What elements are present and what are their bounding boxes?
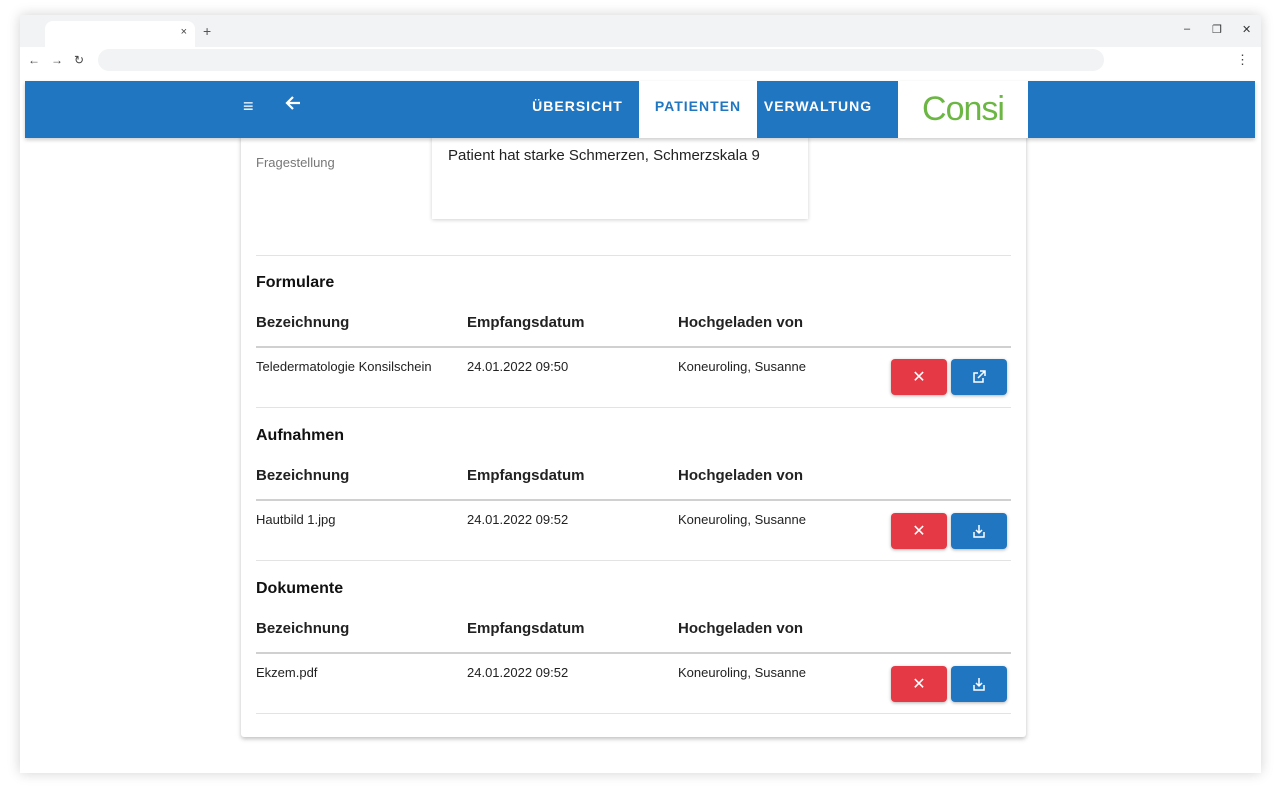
browser-menu-icon[interactable]: ⋮: [1236, 52, 1249, 68]
row-date: 24.01.2022 09:50: [467, 359, 569, 374]
row-uploader: Koneuroling, Susanne: [678, 665, 806, 680]
col-head-uploader: Hochgeladen von: [678, 314, 804, 331]
tab-patienten[interactable]: PATIENTEN: [639, 81, 757, 138]
browser-back-icon[interactable]: ←: [28, 53, 40, 67]
row-date: 24.01.2022 09:52: [467, 665, 569, 680]
divider: [256, 255, 1011, 256]
browser-tabbar: × + – ❐ ✕: [20, 15, 1261, 47]
section-title-formulare: Formulare: [256, 274, 335, 291]
divider: [256, 560, 1011, 561]
col-head-date: Empfangsdatum: [467, 620, 585, 637]
app-header: ≡ ÜBERSICHT PATIENTEN VERWALTUNG Consi: [25, 81, 1255, 138]
header-rule: [256, 346, 1011, 348]
col-head-uploader: Hochgeladen von: [678, 620, 804, 637]
delete-button[interactable]: ✕: [891, 513, 947, 549]
row-name: Teledermatologie Konsilschein: [256, 359, 432, 374]
download-button[interactable]: [951, 513, 1007, 549]
browser-forward-icon[interactable]: →: [51, 53, 63, 67]
download-icon: [973, 678, 985, 691]
download-icon: [973, 525, 985, 538]
menu-icon[interactable]: ≡: [243, 96, 265, 118]
col-head-name: Bezeichnung: [256, 620, 350, 637]
browser-toolbar: ← → ↻ ⋮: [20, 47, 1261, 75]
row-name: Hautbild 1.jpg: [256, 512, 336, 527]
reload-icon[interactable]: ↻: [74, 53, 84, 67]
col-head-date: Empfangsdatum: [467, 467, 585, 484]
section-title-dokumente: Dokumente: [256, 580, 344, 597]
header-rule: [256, 652, 1011, 654]
close-window-icon[interactable]: ✕: [1242, 23, 1251, 36]
fragestellung-label: Fragestellung: [256, 155, 335, 170]
close-icon: ✕: [912, 523, 926, 540]
row-date: 24.01.2022 09:52: [467, 512, 569, 527]
section-title-aufnahmen: Aufnahmen: [256, 427, 344, 444]
patient-detail-card: Fragestellung Patient hat starke Schmerz…: [241, 133, 1026, 737]
divider: [256, 407, 1011, 408]
tab-uebersicht[interactable]: ÜBERSICHT: [518, 81, 637, 138]
minimize-icon[interactable]: –: [1184, 23, 1190, 35]
logo-text: Consi: [922, 90, 1005, 128]
col-head-uploader: Hochgeladen von: [678, 467, 804, 484]
row-uploader: Koneuroling, Susanne: [678, 512, 806, 527]
divider: [256, 713, 1011, 714]
tab-close-icon[interactable]: ×: [181, 26, 187, 38]
tab-verwaltung[interactable]: VERWALTUNG: [758, 81, 878, 138]
close-icon: ✕: [912, 676, 926, 693]
delete-button[interactable]: ✕: [891, 666, 947, 702]
col-head-name: Bezeichnung: [256, 314, 350, 331]
back-arrow-icon[interactable]: [283, 93, 303, 119]
col-head-name: Bezeichnung: [256, 467, 350, 484]
download-button[interactable]: [951, 666, 1007, 702]
browser-tab[interactable]: ×: [45, 21, 195, 47]
open-external-button[interactable]: [951, 359, 1007, 395]
consi-logo: Consi: [898, 81, 1028, 138]
new-tab-icon[interactable]: +: [203, 23, 211, 39]
restore-icon[interactable]: ❐: [1212, 23, 1222, 36]
row-name: Ekzem.pdf: [256, 665, 318, 680]
close-icon: ✕: [912, 369, 926, 386]
row-uploader: Koneuroling, Susanne: [678, 359, 806, 374]
external-link-icon: [973, 370, 986, 383]
fragestellung-value: Patient hat starke Schmerzen, Schmerzska…: [448, 147, 760, 164]
fragestellung-box: Patient hat starke Schmerzen, Schmerzska…: [432, 133, 808, 219]
delete-button[interactable]: ✕: [891, 359, 947, 395]
header-rule: [256, 499, 1011, 501]
col-head-date: Empfangsdatum: [467, 314, 585, 331]
browser-window: × + – ❐ ✕ ← → ↻ ⋮ Fragestellung Patient …: [20, 15, 1261, 773]
address-bar[interactable]: [98, 49, 1104, 71]
